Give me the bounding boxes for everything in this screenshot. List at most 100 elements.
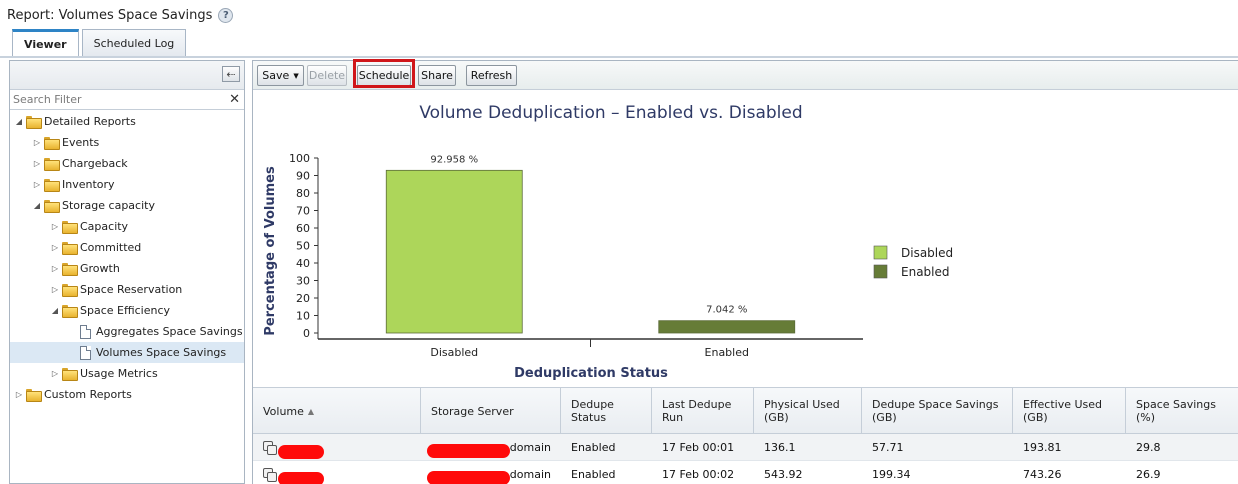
y-tick-label: 60 [296, 222, 310, 235]
collapsed-arrow-icon[interactable]: ▷ [14, 390, 24, 399]
tree-node-label: Storage capacity [62, 199, 155, 212]
tree-node-label: Capacity [80, 220, 129, 233]
tree-node[interactable]: ▷ Events [10, 132, 244, 153]
tree-node[interactable]: ▷ Committed [10, 237, 244, 258]
tree-panel-header: ⇠ [10, 61, 244, 90]
column-header-label: Volume [263, 404, 304, 418]
tree-node[interactable]: ▷ Chargeback [10, 153, 244, 174]
y-tick-label: 20 [296, 292, 310, 305]
column-header[interactable]: Volume ▲ [253, 388, 421, 434]
data-label: 92.958 % [430, 154, 478, 165]
tree-node[interactable]: ◢ Detailed Reports [10, 111, 244, 132]
column-header[interactable]: Last Dedupe Run [652, 388, 754, 434]
x-axis-title: Deduplication Status [514, 366, 668, 381]
tree-node-label: Aggregates Space Savings [96, 325, 243, 338]
table-body: domain Enabled 17 Feb 00:01 136.1 57.71 193.8… [253, 434, 1238, 484]
table-row[interactable]: domain Enabled 17 Feb 00:02 543.92 199.34 743… [253, 461, 1238, 484]
collapsed-arrow-icon[interactable]: ▷ [50, 264, 60, 273]
column-header-label: Physical Used (GB) [764, 398, 840, 424]
y-tick-label: 30 [296, 275, 310, 288]
expanded-arrow-icon[interactable]: ◢ [32, 201, 42, 210]
report-icon [80, 345, 91, 360]
x-category-label: Disabled [430, 346, 478, 359]
column-header[interactable]: Physical Used (GB) [754, 388, 862, 434]
tree-node[interactable]: ◢ Storage capacity [10, 195, 244, 216]
collapsed-arrow-icon[interactable]: ▷ [32, 159, 42, 168]
cell-savings-gb: 199.34 [872, 467, 911, 481]
y-tick-label: 10 [296, 310, 310, 323]
folder-icon [62, 305, 78, 318]
collapsed-arrow-icon[interactable]: ▷ [50, 243, 60, 252]
report-tree-panel: ⇠ ✕ ◢Detailed Reports▷Events▷Chargeback▷… [9, 60, 245, 484]
redacted-server-name [427, 444, 510, 458]
expanded-arrow-icon[interactable]: ◢ [50, 306, 60, 315]
column-header-label: Last Dedupe Run [662, 398, 732, 424]
tree-node[interactable]: ▷ Custom Reports [10, 384, 244, 405]
expanded-arrow-icon[interactable]: ◢ [14, 117, 24, 126]
folder-icon [62, 284, 78, 297]
tree-node[interactable]: Aggregates Space Savings [10, 321, 244, 342]
bar-disabled [385, 169, 523, 334]
tab-bar: Viewer Scheduled Log [12, 29, 187, 57]
tree-node[interactable]: Volumes Space Savings [10, 342, 244, 363]
tree-node[interactable]: ▷ Growth [10, 258, 244, 279]
tree-node[interactable]: ▷ Usage Metrics [10, 363, 244, 384]
collapsed-arrow-icon[interactable]: ▷ [32, 180, 42, 189]
server-domain-text: domain [509, 440, 551, 454]
tree-node-label: Volumes Space Savings [96, 346, 227, 359]
column-header-label: Space Savings (%) [1136, 398, 1216, 424]
table-header: Volume ▲ Storage Server Dedupe Status Last D… [253, 388, 1238, 434]
cell-physical: 136.1 [764, 440, 796, 454]
page-title: Report: Volumes Space Savings [7, 7, 213, 23]
sort-ascending-icon: ▲ [307, 406, 315, 416]
tab-scheduled-log[interactable]: Scheduled Log [81, 29, 187, 56]
clear-filter-icon[interactable]: ✕ [229, 92, 240, 107]
collapsed-arrow-icon[interactable]: ▷ [50, 222, 60, 231]
y-tick-label: 90 [296, 170, 310, 183]
help-icon[interactable]: ? [218, 7, 234, 23]
column-header-label: Effective Used (GB) [1023, 398, 1103, 424]
collapsed-arrow-icon[interactable]: ▷ [50, 285, 60, 294]
search-filter-input[interactable] [10, 90, 220, 109]
collapsed-arrow-icon[interactable]: ▷ [32, 138, 42, 147]
table-row[interactable]: domain Enabled 17 Feb 00:01 136.1 57.71 193.8… [253, 434, 1238, 461]
column-header[interactable]: Dedupe Status [561, 388, 652, 434]
tree-node[interactable]: ◢ Space Efficiency [10, 300, 244, 321]
report-viewer: Save ▼ Delete Schedule Share Refresh Volu… [252, 59, 1238, 484]
tree-node-label: Events [62, 136, 100, 149]
collapse-panel-icon[interactable]: ⇠ [222, 66, 240, 82]
y-tick-label: 50 [296, 240, 310, 253]
column-header-label: Dedupe Space Savings (GB) [872, 398, 999, 424]
report-icon [80, 324, 91, 339]
column-header[interactable]: Dedupe Space Savings (GB) [862, 388, 1013, 434]
redacted-volume-name [278, 445, 324, 459]
legend-swatch [873, 245, 888, 260]
legend-label: Disabled [901, 246, 953, 260]
cell-physical: 543.92 [764, 467, 803, 481]
cell-savings-pct: 26.9 [1136, 467, 1161, 481]
server-domain-text: domain [509, 467, 551, 481]
bar-enabled [658, 320, 796, 334]
tree-node-label: Inventory [62, 178, 115, 191]
search-filter-bar: ✕ [10, 90, 244, 110]
data-label: 7.042 % [706, 305, 747, 316]
tree-node-label: Growth [80, 262, 120, 275]
tree-node[interactable]: ▷ Inventory [10, 174, 244, 195]
cell-effective: 193.81 [1023, 440, 1062, 454]
cell-savings-gb: 57.71 [872, 440, 904, 454]
cell-status: Enabled [571, 440, 616, 454]
column-header[interactable]: Storage Server [421, 388, 561, 434]
folder-icon [26, 389, 42, 402]
tree-node[interactable]: ▷ Space Reservation [10, 279, 244, 300]
collapsed-arrow-icon[interactable]: ▷ [50, 369, 60, 378]
folder-icon [62, 368, 78, 381]
storage-server-cell: domain [421, 461, 561, 484]
y-tick-label: 40 [296, 257, 310, 270]
y-tick-label: 80 [296, 187, 310, 200]
folder-icon [62, 221, 78, 234]
column-header[interactable]: Effective Used (GB) [1013, 388, 1126, 434]
tree-node[interactable]: ▷ Capacity [10, 216, 244, 237]
tab-viewer[interactable]: Viewer [12, 29, 79, 57]
column-header[interactable]: Space Savings (%) [1126, 388, 1238, 434]
storage-server-cell: domain [421, 434, 561, 460]
